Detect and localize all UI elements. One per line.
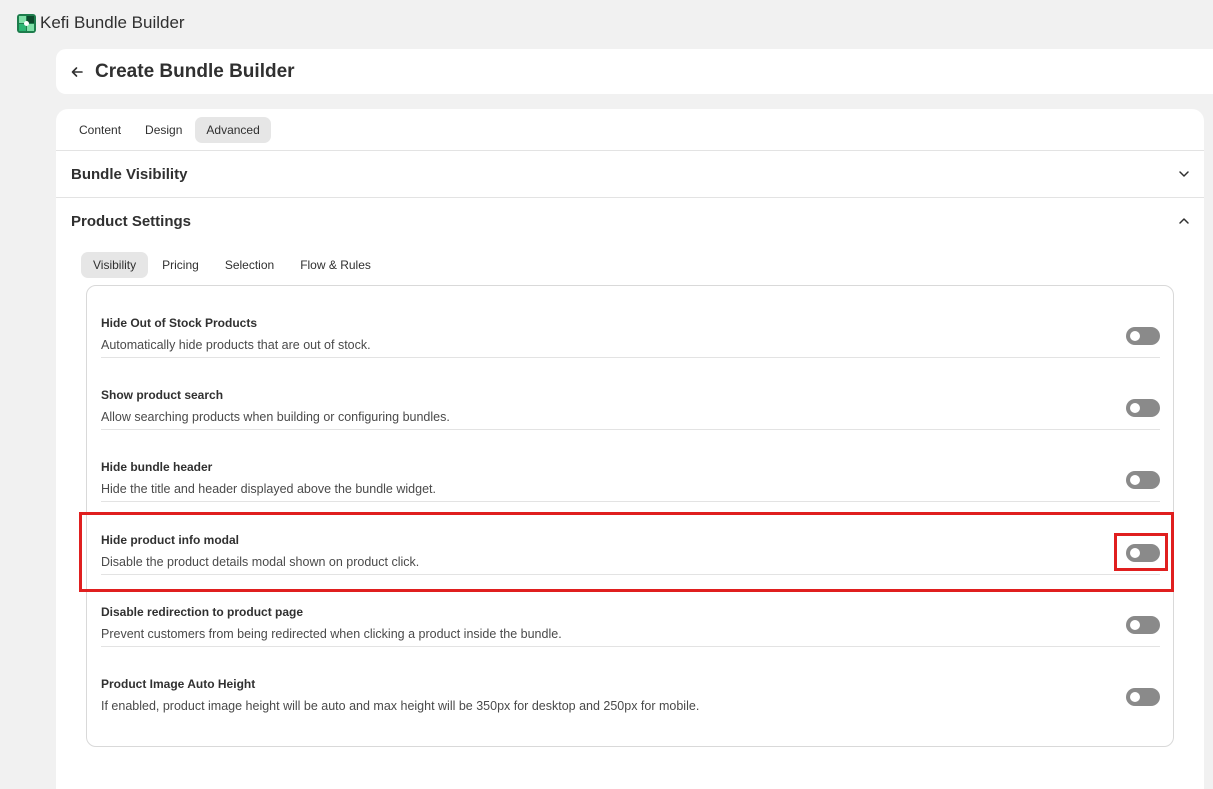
toggle-switch[interactable]	[1126, 471, 1160, 489]
subtab-flow-rules[interactable]: Flow & Rules	[288, 252, 383, 278]
page-title: Create Bundle Builder	[95, 60, 295, 82]
toggle-knob	[1130, 475, 1140, 485]
setting-hide-out-of-stock: Hide Out of Stock Products Automatically…	[101, 286, 1160, 358]
chevron-up-icon[interactable]	[1177, 214, 1191, 228]
section-bundle-visibility[interactable]: Bundle Visibility	[71, 162, 1191, 186]
setting-disable-redirection: Disable redirection to product page Prev…	[101, 575, 1160, 647]
setting-title: Show product search	[101, 388, 224, 402]
setting-hide-bundle-header: Hide bundle header Hide the title and he…	[101, 430, 1160, 502]
section-title: Bundle Visibility	[71, 165, 188, 183]
setting-title: Product Image Auto Height	[101, 677, 256, 691]
toggle-switch[interactable]	[1126, 544, 1160, 562]
toggle-switch[interactable]	[1126, 327, 1160, 345]
setting-hide-product-info-modal: Hide product info modal Disable the prod…	[101, 503, 1160, 575]
subtab-pricing[interactable]: Pricing	[150, 252, 211, 278]
tab-content[interactable]: Content	[68, 117, 132, 143]
setting-title: Hide Out of Stock Products	[101, 316, 258, 330]
tab-design[interactable]: Design	[134, 117, 193, 143]
product-settings-subtabs: Visibility Pricing Selection Flow & Rule…	[81, 252, 383, 278]
visibility-settings-list: Hide Out of Stock Products Automatically…	[86, 285, 1174, 747]
setting-description: Prevent customers from being redirected …	[101, 627, 562, 641]
app-title: Kefi Bundle Builder	[40, 13, 185, 32]
section-title: Product Settings	[71, 212, 192, 230]
section-product-settings[interactable]: Product Settings	[71, 209, 1191, 233]
arrow-left-icon[interactable]	[70, 65, 84, 79]
toggle-switch[interactable]	[1126, 399, 1160, 417]
toggle-knob	[1130, 692, 1140, 702]
setting-description: Automatically hide products that are out…	[101, 338, 371, 352]
setting-description: Allow searching products when building o…	[101, 410, 450, 424]
setting-description: If enabled, product image height will be…	[101, 699, 700, 713]
toggle-switch[interactable]	[1126, 688, 1160, 706]
app-topbar: Kefi Bundle Builder	[0, 0, 1213, 46]
section-divider	[56, 197, 1204, 198]
chevron-down-icon[interactable]	[1177, 167, 1191, 181]
toggle-switch[interactable]	[1126, 616, 1160, 634]
setting-product-image-auto-height: Product Image Auto Height If enabled, pr…	[101, 647, 1160, 719]
toggle-knob	[1130, 620, 1140, 630]
setting-title: Disable redirection to product page	[101, 605, 304, 619]
main-tabs: Content Design Advanced	[68, 117, 271, 143]
setting-show-product-search: Show product search Allow searching prod…	[101, 358, 1160, 430]
page-header: Create Bundle Builder	[56, 49, 1213, 94]
tabs-divider	[56, 150, 1204, 151]
setting-description: Disable the product details modal shown …	[101, 555, 420, 569]
toggle-knob	[1130, 331, 1140, 341]
builder-card: Content Design Advanced Bundle Visibilit…	[56, 109, 1204, 789]
setting-title: Hide bundle header	[101, 460, 213, 474]
kefi-logo-icon	[17, 13, 36, 33]
setting-title: Hide product info modal	[101, 533, 239, 547]
subtab-selection[interactable]: Selection	[213, 252, 286, 278]
setting-description: Hide the title and header displayed abov…	[101, 482, 436, 496]
toggle-knob	[1130, 403, 1140, 413]
tab-advanced[interactable]: Advanced	[195, 117, 271, 143]
subtab-visibility[interactable]: Visibility	[81, 252, 149, 278]
toggle-knob	[1130, 548, 1140, 558]
